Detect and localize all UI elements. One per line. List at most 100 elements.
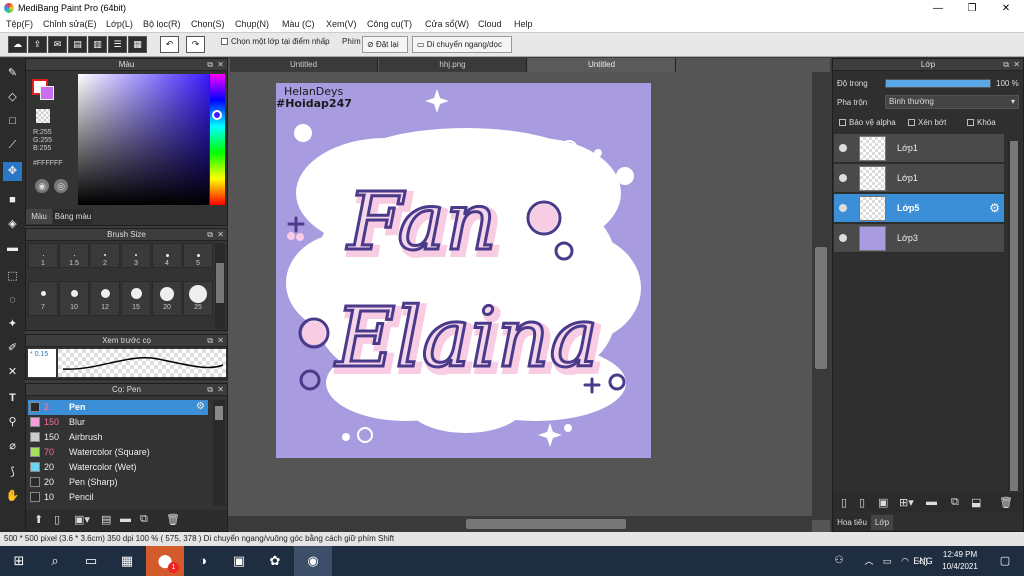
lasso-icon[interactable]: ◌ — [3, 291, 22, 310]
fill-rect-tool-icon[interactable]: ■ — [3, 191, 22, 210]
brush-size-cell[interactable]: 1.5 — [59, 243, 89, 268]
brush-item-pen-sharp[interactable]: 20 Pen (Sharp) — [28, 475, 208, 490]
upload-icon[interactable]: ⇪ — [28, 36, 47, 53]
restore-button[interactable]: ❐ — [955, 0, 989, 17]
brush-size-cell[interactable]: 2 — [90, 243, 120, 268]
brush-item-watercolor-wet[interactable]: 20 Watercolor (Wet) — [28, 460, 208, 475]
duplicate-icon[interactable]: ⧉ — [140, 513, 148, 526]
protect-alpha-checkbox[interactable]: Bảo vệ alpha — [839, 118, 896, 127]
add-brush-icon[interactable]: ⬆ — [34, 513, 43, 526]
explorer-icon[interactable]: ▦ — [108, 546, 146, 576]
brush-size-cell[interactable]: 3 — [121, 243, 151, 268]
brush-size-cell[interactable]: 7 — [28, 281, 58, 316]
folder-icon[interactable]: ▬ — [120, 513, 131, 525]
magic-wand-icon[interactable]: ✦ — [3, 315, 22, 334]
redo-icon[interactable]: ↷ — [186, 36, 205, 53]
layer-row[interactable]: Lớp1 — [834, 134, 1004, 163]
task-view-icon[interactable]: ▭ — [72, 546, 110, 576]
menu-capture[interactable]: Chụp(N) — [235, 19, 269, 29]
tab-navigator[interactable]: Hoa tiêu — [833, 515, 871, 530]
trash-icon[interactable]: 🗑 — [166, 513, 180, 526]
bucket-tool-icon[interactable]: ◈ — [3, 215, 22, 234]
select-rect-icon[interactable]: ⬚ — [3, 267, 22, 286]
brush-size-cell[interactable]: 20 — [152, 281, 182, 316]
dropper-tool-icon[interactable]: ⌀ — [3, 437, 22, 456]
brush-menu-icon[interactable]: ▣▾ — [74, 513, 90, 526]
brush-list-scrollbar[interactable] — [213, 400, 225, 506]
eraser-tool-icon[interactable]: ◇ — [3, 88, 22, 107]
layer-row[interactable]: Lớp3 — [834, 224, 1004, 253]
layer-row[interactable]: Lớp1 — [834, 164, 1004, 193]
palette-icon[interactable]: ◉ — [35, 179, 49, 193]
tab-hhj[interactable]: hhj.png — [379, 58, 527, 72]
brush-item-pencil[interactable]: 10 Pencil — [28, 490, 208, 505]
document-icon[interactable]: ▥ — [88, 36, 107, 53]
move-tool-icon[interactable]: ✥ — [3, 162, 22, 181]
brush-size-cell[interactable]: 12 — [90, 281, 120, 316]
trash-icon[interactable]: 🗑 — [999, 496, 1013, 509]
gradient-tool-icon[interactable]: ▬ — [3, 239, 22, 258]
eye-icon[interactable] — [839, 174, 847, 182]
minimize-button[interactable]: — — [921, 0, 955, 17]
browser-icon[interactable]: ◑ — [184, 546, 222, 576]
brush-size-cell[interactable]: 5 — [183, 243, 213, 268]
menu-select[interactable]: Chọn(S) — [191, 19, 225, 29]
close-button[interactable]: ✕ — [989, 0, 1023, 17]
halftone-layer-icon[interactable]: ▣ — [878, 496, 888, 509]
lock-checkbox[interactable]: Khóa — [967, 118, 996, 127]
gear-icon[interactable]: ⚙ — [989, 201, 1000, 215]
text-tool-icon[interactable]: T — [3, 389, 22, 408]
blend-mode-select[interactable]: Bình thường ▾ — [885, 95, 1019, 109]
brush-item-airbrush[interactable]: 150 Airbrush — [28, 430, 208, 445]
close-panel-icon[interactable]: ✕ — [217, 335, 224, 347]
transparent-swatch[interactable] — [36, 109, 50, 123]
artwork-canvas[interactable]: HelanDeys #Hoidap247 Fan Fan Elaina Elai… — [276, 83, 651, 458]
paint-icon[interactable]: ✿ — [256, 546, 294, 576]
folder-icon[interactable]: ▬ — [926, 496, 937, 508]
brush-size-cell[interactable]: 15 — [121, 281, 151, 316]
tab-untitled-1[interactable]: Untitled — [230, 58, 378, 72]
hand-tool-icon[interactable]: ✋ — [3, 487, 22, 506]
grid-icon[interactable]: ▦ — [128, 36, 147, 53]
search-icon[interactable]: ⌕ — [36, 546, 74, 576]
opacity-slider[interactable] — [885, 79, 991, 88]
float-icon[interactable]: ⧉ — [207, 59, 213, 71]
secondary-color-swatch[interactable] — [40, 86, 54, 100]
menu-tools[interactable]: Công cụ(T) — [367, 19, 412, 29]
close-panel-icon[interactable]: ✕ — [217, 59, 224, 71]
float-icon[interactable]: ⧉ — [207, 384, 213, 396]
layer-row-selected[interactable]: Lớp5 ⚙ — [834, 194, 1004, 223]
menu-file[interactable]: Tệp(F) — [6, 19, 33, 29]
close-panel-icon[interactable]: ✕ — [217, 229, 224, 241]
eyedropper-icon[interactable]: ⟆ — [3, 463, 22, 482]
tab-color[interactable]: Màu — [26, 209, 52, 224]
gear-icon[interactable]: ⚙ — [196, 401, 205, 412]
rectangle-tool-icon[interactable]: □ — [3, 112, 22, 131]
clipping-checkbox[interactable]: Xén bớt — [908, 118, 946, 127]
language-indicator[interactable]: ENG — [908, 546, 938, 576]
menu-color[interactable]: Màu (C) — [282, 19, 315, 29]
undo-icon[interactable]: ↶ — [160, 36, 179, 53]
tab-untitled-2[interactable]: Untitled — [528, 58, 676, 72]
new-layer-icon-2[interactable]: ▯ — [859, 496, 865, 509]
horizontal-scrollbar[interactable] — [228, 516, 812, 532]
select-layer-checkbox[interactable]: Chọn một lớp tại điểm nhấp — [221, 37, 330, 46]
brush-tool-icon[interactable]: ✎ — [3, 64, 22, 83]
brush-size-scrollbar[interactable] — [215, 243, 225, 329]
operation-tool-icon[interactable]: ⚲ — [3, 413, 22, 432]
select-pen-icon[interactable]: ✐ — [3, 339, 22, 358]
tab-palette[interactable]: Bảng màu — [53, 209, 93, 224]
menu-edit[interactable]: Chỉnh sửa(E) — [43, 19, 97, 29]
eye-icon[interactable] — [839, 234, 847, 242]
chrome-icon[interactable]: ◉ — [294, 546, 332, 576]
saturation-value-picker[interactable] — [78, 74, 209, 205]
brush-item-pen[interactable]: 2 Pen ⚙ — [28, 400, 208, 415]
float-icon[interactable]: ⧉ — [1003, 59, 1009, 71]
hue-slider[interactable] — [210, 74, 225, 205]
vertical-scrollbar[interactable] — [812, 72, 830, 520]
menu-cloud[interactable]: Cloud — [478, 19, 502, 29]
chat-icon[interactable]: ▤ — [68, 36, 87, 53]
menu-help[interactable]: Help — [514, 19, 533, 29]
move-button[interactable]: ▭ Di chuyển ngang/dọc — [412, 36, 512, 53]
store-icon[interactable]: ▣ — [220, 546, 258, 576]
